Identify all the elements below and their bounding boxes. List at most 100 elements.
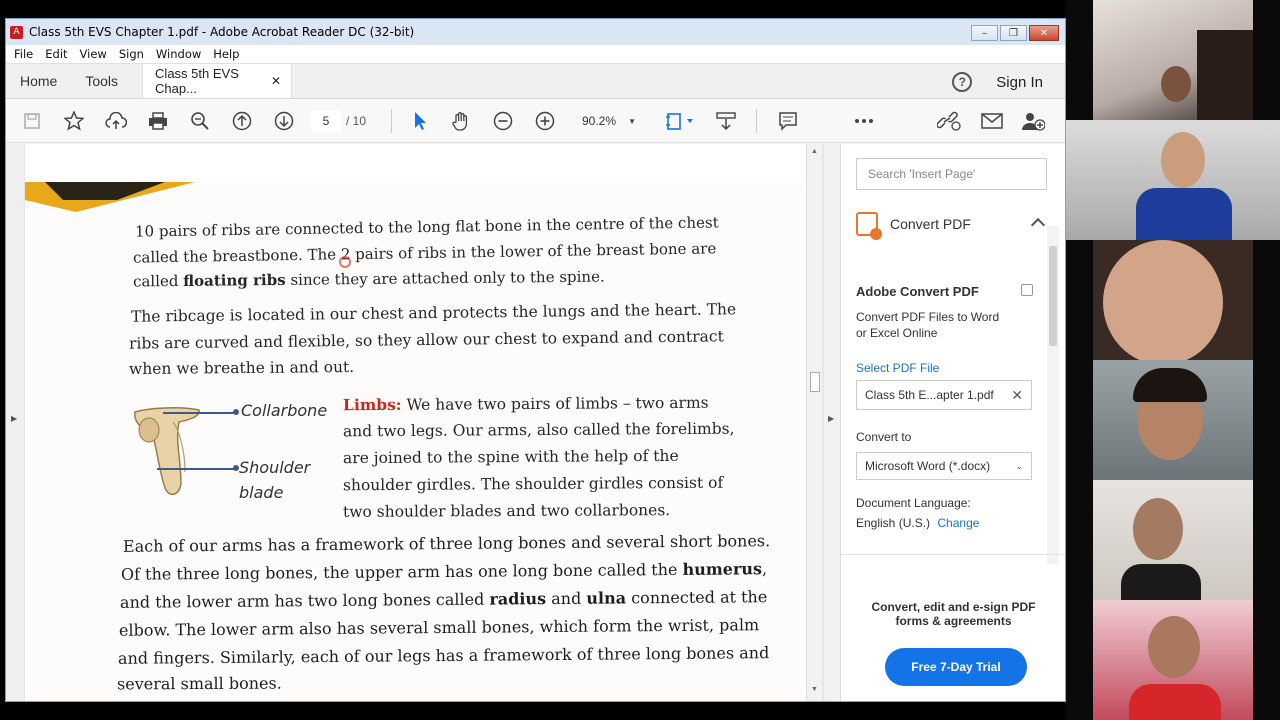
upload-cloud-icon[interactable] <box>104 109 128 133</box>
tab-document[interactable]: Class 5th EVS Chap... ✕ <box>142 64 293 98</box>
participant-video-1[interactable] <box>1093 0 1253 120</box>
page-total: / 10 <box>346 114 367 128</box>
help-icon[interactable]: ? <box>952 72 973 92</box>
language-value: English (U.S.) <box>856 516 931 530</box>
next-page-icon[interactable] <box>272 109 296 133</box>
participant-avatar <box>1161 66 1191 102</box>
scroll-thumb[interactable] <box>810 372 820 392</box>
scroll-up-icon[interactable]: ▲ <box>811 148 818 155</box>
convert-pdf-label: Convert PDF <box>890 216 971 232</box>
shoulder-bone-illustration <box>134 407 200 496</box>
maximize-button[interactable]: ❐ <box>1000 25 1027 41</box>
more-tools-icon[interactable] <box>852 109 876 133</box>
participant-hair <box>1133 368 1207 402</box>
participant-video-6[interactable] <box>1093 600 1253 720</box>
comment-icon[interactable] <box>776 109 800 133</box>
select-arrow-icon[interactable] <box>408 109 432 133</box>
scroll-down-icon[interactable]: ▼ <box>811 686 818 693</box>
sign-in-link[interactable]: Sign In <box>996 74 1043 91</box>
format-value: Microsoft Word (*.docx) <box>865 459 991 473</box>
previous-page-icon[interactable] <box>230 109 254 133</box>
convert-pdf-header[interactable]: Convert PDF <box>856 204 1056 244</box>
collapse-right-panel-icon[interactable]: ▶ <box>828 414 834 423</box>
panel-scrollbar[interactable] <box>1047 226 1059 564</box>
participant-video-5[interactable] <box>1093 480 1253 600</box>
participant-clothing <box>1129 684 1221 720</box>
save-icon[interactable] <box>20 109 44 133</box>
participant-clothing <box>1121 564 1201 600</box>
promo-line2: forms & agreements <box>895 614 1012 628</box>
change-language-link[interactable]: Change <box>937 516 979 530</box>
menu-view[interactable]: View <box>80 47 107 61</box>
menu-help[interactable]: Help <box>213 47 239 61</box>
chevron-down-icon: ▼ <box>628 116 636 126</box>
print-icon[interactable] <box>146 109 170 133</box>
text-line: are joined to the spine with the help of… <box>342 446 679 468</box>
chevron-down-icon: ⌄ <box>1015 460 1023 471</box>
radius-term: radius <box>489 589 547 609</box>
add-user-icon[interactable] <box>1021 109 1045 133</box>
right-panel-toggle[interactable]: ▶ <box>824 144 839 701</box>
text-line: Of the three long bones, the upper arm h… <box>121 559 767 584</box>
format-select[interactable]: Microsoft Word (*.docx) ⌄ <box>856 452 1032 480</box>
text-span: We have two pairs of limbs – two arms <box>401 393 709 414</box>
collarbone-pointer <box>163 412 235 414</box>
text-span: and <box>546 588 587 609</box>
participant-video-4[interactable] <box>1093 360 1253 480</box>
hand-tool-icon[interactable] <box>449 109 473 133</box>
floating-ribs-term: floating ribs <box>183 270 286 290</box>
document-view[interactable]: ▶ 10 pairs of ribs are connected to the … <box>6 144 839 701</box>
menu-edit[interactable]: Edit <box>45 47 67 61</box>
screen: A Class 5th EVS Chapter 1.pdf - Adobe Ac… <box>0 0 1280 720</box>
page-fit-icon[interactable] <box>663 109 697 133</box>
text-line: two shoulder blades and two collarbones. <box>342 501 671 521</box>
zoom-search-icon[interactable] <box>188 109 212 133</box>
text-span: Of the three long bones, the upper arm h… <box>120 559 683 584</box>
expand-left-panel-icon[interactable]: ▶ <box>11 414 17 423</box>
share-link-icon[interactable] <box>937 109 961 133</box>
pdf-page: 10 pairs of ribs are connected to the lo… <box>25 182 806 701</box>
menu-file[interactable]: File <box>14 47 33 61</box>
tab-close-icon[interactable]: ✕ <box>271 74 281 88</box>
email-icon[interactable] <box>980 109 1004 133</box>
zoom-select[interactable]: 90.2% ▼ <box>574 110 640 132</box>
menu-bar: File Edit View Sign Window Help <box>6 45 1065 63</box>
panel-scroll-thumb[interactable] <box>1049 246 1057 346</box>
tab-tools[interactable]: Tools <box>71 64 132 98</box>
document-scrollbar[interactable]: ▲ ▼ <box>806 144 822 701</box>
participant-video-3[interactable] <box>1093 240 1253 360</box>
participant-video-2[interactable] <box>1066 120 1280 240</box>
convert-panel-title: Adobe Convert PDF <box>856 284 979 299</box>
zoom-out-icon[interactable] <box>491 109 515 133</box>
text-line: The ribcage is located in our chest and … <box>130 300 737 326</box>
scroll-mode-icon[interactable] <box>714 109 738 133</box>
text-line: and the lower arm has two long bones cal… <box>120 587 767 612</box>
convert-to-label: Convert to <box>856 430 912 444</box>
participant-avatar <box>1161 132 1205 188</box>
page-number-input[interactable]: 5 <box>311 110 341 132</box>
tab-home[interactable]: Home <box>6 64 71 98</box>
remove-file-icon[interactable]: ✕ <box>1011 387 1023 404</box>
minimize-button[interactable]: – <box>971 25 998 41</box>
text-line: called floating ribs since they are atta… <box>133 268 605 291</box>
close-window-button[interactable]: ✕ <box>1029 25 1059 41</box>
zoom-in-icon[interactable] <box>533 109 557 133</box>
bookmark-star-icon[interactable] <box>62 109 86 133</box>
pdf-icon: A <box>10 25 23 39</box>
page-top-margin <box>25 144 806 182</box>
acrobat-window: A Class 5th EVS Chapter 1.pdf - Adobe Ac… <box>5 18 1066 702</box>
free-trial-button[interactable]: Free 7-Day Trial <box>885 648 1027 686</box>
menu-sign[interactable]: Sign <box>119 47 144 61</box>
toolbar-divider <box>391 109 392 133</box>
language-row: English (U.S.) Change <box>856 516 979 530</box>
menu-window[interactable]: Window <box>156 47 201 61</box>
toolbar-divider <box>756 109 757 133</box>
left-nav-strip: ▶ <box>6 144 24 701</box>
text-span: , <box>761 559 768 579</box>
collarbone-dot <box>233 409 239 415</box>
select-pdf-file-link[interactable]: Select PDF File <box>856 361 939 375</box>
search-insert-page-input[interactable]: Search 'Insert Page' <box>856 158 1047 190</box>
right-tools-panel: Search 'Insert Page' Convert PDF Adobe C… <box>840 144 1065 701</box>
participant-avatar <box>1148 616 1200 678</box>
copy-icon[interactable] <box>1021 284 1033 296</box>
